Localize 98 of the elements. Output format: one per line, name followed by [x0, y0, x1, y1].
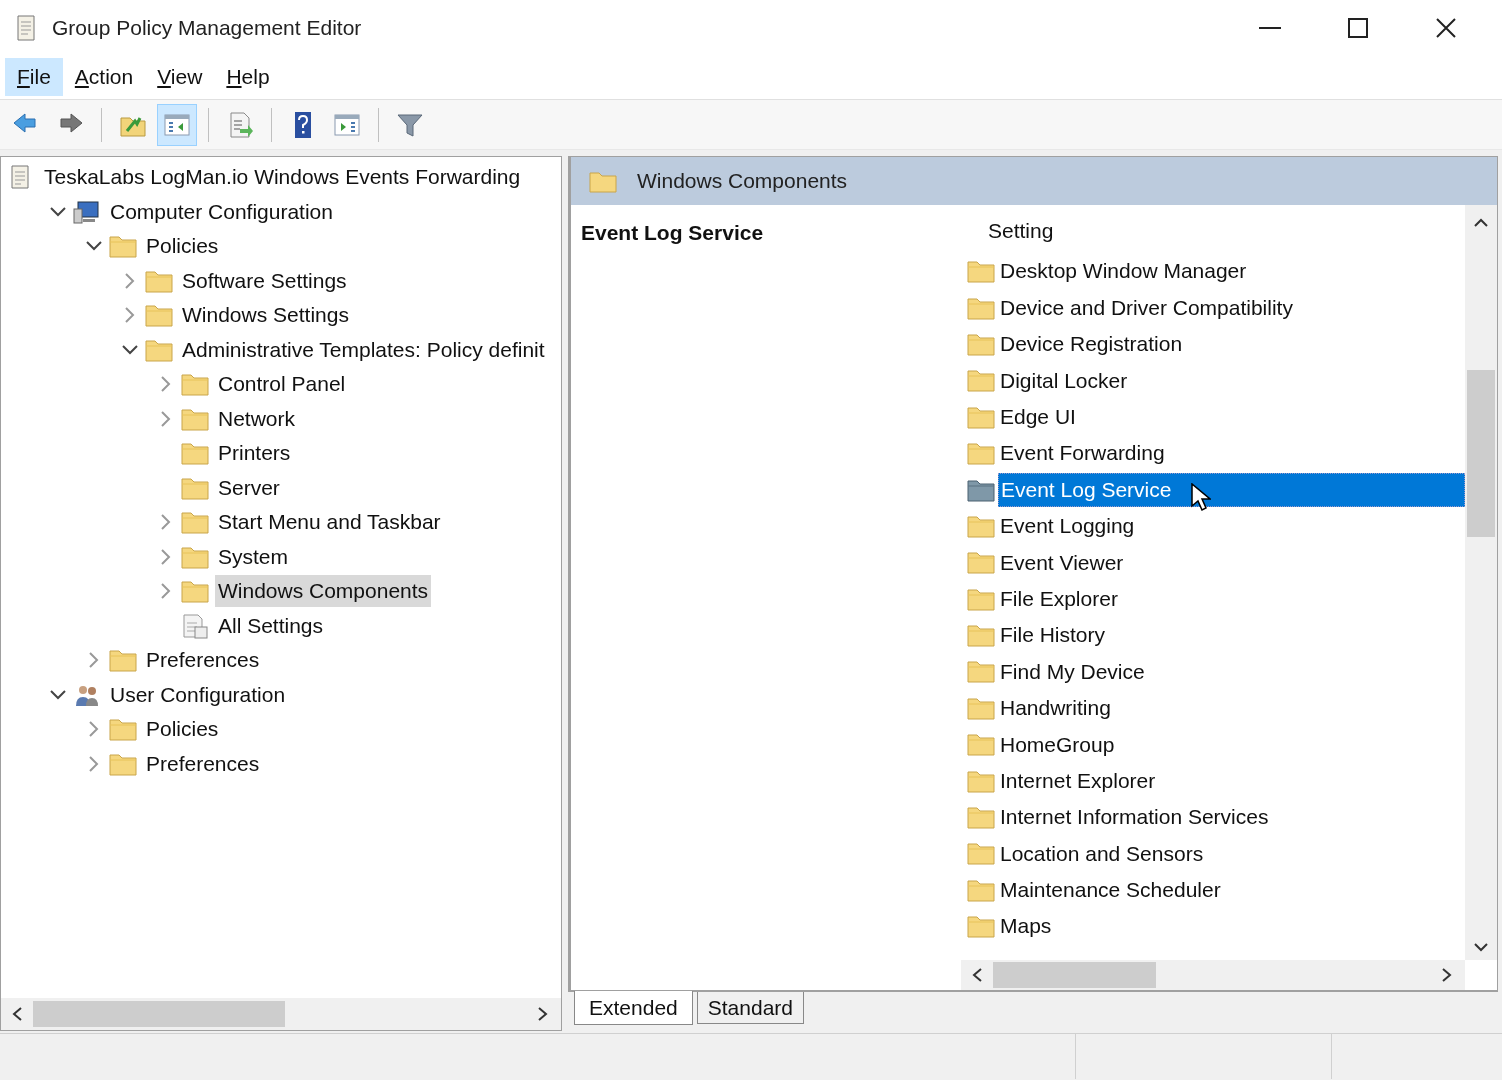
window-title: Group Policy Management Editor: [52, 14, 362, 41]
toolbar-button[interactable]: [157, 103, 197, 146]
folder-icon: [967, 622, 995, 649]
folder-icon: [181, 371, 209, 398]
scroll-left-icon[interactable]: [971, 967, 983, 983]
expand-chevron-icon[interactable]: [161, 410, 171, 427]
folder-icon: [589, 169, 617, 193]
expand-chevron-icon[interactable]: [125, 307, 135, 324]
setting-item[interactable]: Internet Information Services: [998, 800, 1465, 835]
setting-item[interactable]: Handwriting: [998, 690, 1465, 725]
folder-icon: [145, 302, 173, 329]
setting-item[interactable]: File Explorer: [998, 581, 1465, 616]
tree-item[interactable]: User Configuration: [107, 678, 289, 711]
setting-item[interactable]: Maintenance Scheduler: [998, 872, 1465, 907]
tree-item[interactable]: Server: [215, 471, 283, 504]
computer-icon: [73, 198, 101, 225]
menu-item[interactable]: File: [5, 58, 63, 96]
setting-item[interactable]: HomeGroup: [998, 727, 1465, 762]
tree-item[interactable]: Software Settings: [179, 264, 350, 297]
tree-item[interactable]: Start Menu and Taskbar: [215, 506, 444, 539]
close-icon: [1436, 17, 1456, 38]
tab[interactable]: Extended: [574, 991, 693, 1025]
expand-chevron-icon[interactable]: [125, 272, 135, 289]
setting-item[interactable]: Find My Device: [998, 654, 1465, 689]
header-title: Windows Components: [637, 168, 848, 195]
scroll-down-icon[interactable]: [1473, 942, 1489, 952]
tree-item[interactable]: Windows Components: [215, 575, 432, 608]
setting-item[interactable]: Maps: [998, 909, 1465, 944]
expand-chevron-icon[interactable]: [161, 376, 171, 393]
collapse-chevron-icon[interactable]: [50, 206, 66, 217]
tree-item[interactable]: Network: [215, 402, 299, 435]
minimize-icon: [1259, 26, 1281, 29]
folder-icon: [109, 647, 137, 674]
scroll-left-icon[interactable]: [11, 1006, 23, 1022]
collapse-chevron-icon[interactable]: [122, 344, 138, 355]
folder-icon: [967, 440, 995, 467]
tree-item[interactable]: Control Panel: [215, 368, 349, 401]
scrollbar-thumb[interactable]: [993, 962, 1156, 988]
scrollbar-thumb[interactable]: [1467, 370, 1495, 537]
folder-icon: [967, 731, 995, 758]
setting-item[interactable]: Internet Explorer: [998, 763, 1465, 798]
mouse-cursor-icon: [1191, 482, 1212, 513]
folder-icon: [181, 440, 209, 467]
setting-item[interactable]: Event Logging: [998, 508, 1465, 543]
folder-icon: [967, 913, 995, 940]
scroll-right-icon[interactable]: [1441, 967, 1453, 983]
tree-item[interactable]: Policies: [143, 230, 222, 263]
settings-list-icon: [181, 612, 209, 639]
setting-item[interactable]: Location and Sensors: [998, 836, 1465, 871]
tab[interactable]: Standard: [696, 992, 804, 1024]
scroll-right-icon[interactable]: [537, 1006, 549, 1022]
expand-chevron-icon[interactable]: [161, 514, 171, 531]
item-title: Event Log Service: [581, 221, 764, 244]
setting-item[interactable]: Edge UI: [998, 399, 1465, 434]
horizontal-scrollbar[interactable]: [961, 960, 1465, 990]
expand-chevron-icon[interactable]: [89, 721, 99, 738]
scroll-up-icon[interactable]: [1473, 217, 1489, 227]
folder-icon: [967, 549, 995, 576]
tree-item[interactable]: All Settings: [215, 609, 327, 642]
collapse-chevron-icon[interactable]: [50, 689, 66, 700]
folder-icon: [967, 840, 995, 867]
setting-item[interactable]: Device and Driver Compatibility: [998, 290, 1465, 325]
tree-item[interactable]: Preferences: [143, 644, 263, 677]
setting-item[interactable]: Event Viewer: [998, 545, 1465, 580]
expand-chevron-icon[interactable]: [89, 755, 99, 772]
tree-item[interactable]: Windows Settings: [179, 299, 352, 332]
setting-item[interactable]: Device Registration: [998, 326, 1465, 361]
setting-item[interactable]: Desktop Window Manager: [998, 254, 1465, 289]
setting-item[interactable]: Event Forwarding: [998, 436, 1465, 471]
folder-icon: [181, 509, 209, 536]
folder-icon: [181, 578, 209, 605]
tree-item[interactable]: Administrative Templates: Policy definit: [179, 333, 548, 366]
tree-item[interactable]: Computer Configuration: [107, 195, 336, 228]
folder-icon: [967, 367, 995, 394]
tree-item[interactable]: TeskaLabs LogMan.io Windows Events Forwarding: [41, 161, 524, 194]
expand-chevron-icon[interactable]: [89, 652, 99, 669]
collapse-chevron-icon[interactable]: [86, 241, 102, 252]
maximize-icon: [1348, 17, 1368, 38]
tree-item[interactable]: Printers: [215, 437, 294, 470]
tree-item[interactable]: Policies: [143, 713, 222, 746]
scrollbar-thumb[interactable]: [33, 1001, 285, 1027]
horizontal-scrollbar[interactable]: [1, 998, 561, 1030]
expand-chevron-icon[interactable]: [161, 583, 171, 600]
folder-icon: [109, 716, 137, 743]
folder-icon: [967, 804, 995, 831]
setting-item[interactable]: Digital Locker: [998, 363, 1465, 398]
menu-item[interactable]: Action: [62, 58, 146, 96]
folder-icon: [109, 233, 137, 260]
folder-icon: [967, 258, 995, 285]
vertical-scrollbar[interactable]: [1465, 205, 1497, 960]
column-header: Setting: [988, 218, 1054, 244]
tree-item[interactable]: System: [215, 540, 291, 573]
expand-chevron-icon[interactable]: [161, 548, 171, 565]
setting-item[interactable]: File History: [998, 618, 1465, 653]
menu-item[interactable]: View: [145, 58, 215, 96]
folder-icon: [967, 658, 995, 685]
tree-item[interactable]: Preferences: [143, 747, 263, 780]
menu-item[interactable]: Help: [214, 58, 282, 96]
